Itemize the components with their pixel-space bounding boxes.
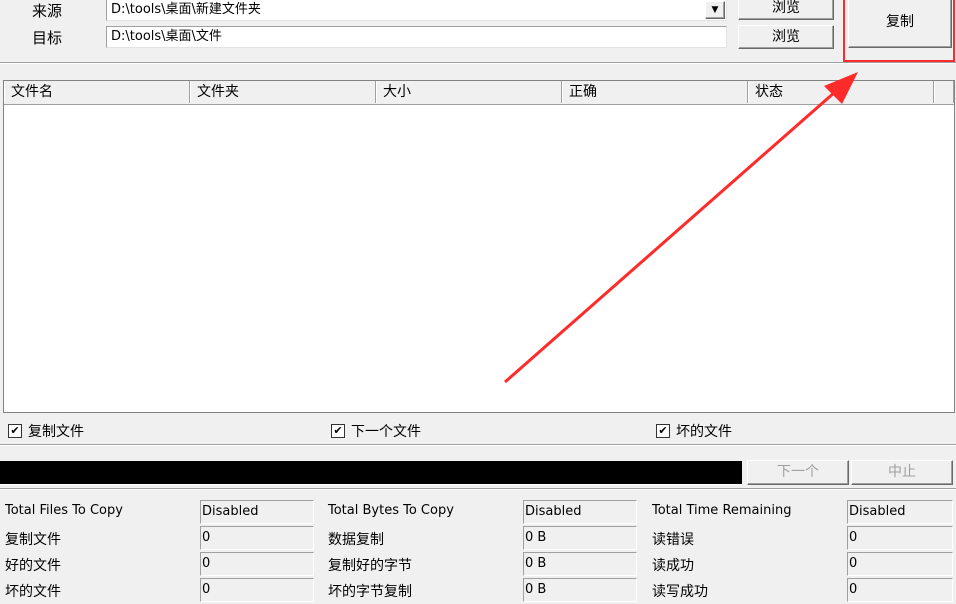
arrow-shaft — [504, 90, 836, 384]
arrow-head-icon — [824, 72, 858, 104]
annotation-arrow — [504, 72, 858, 384]
